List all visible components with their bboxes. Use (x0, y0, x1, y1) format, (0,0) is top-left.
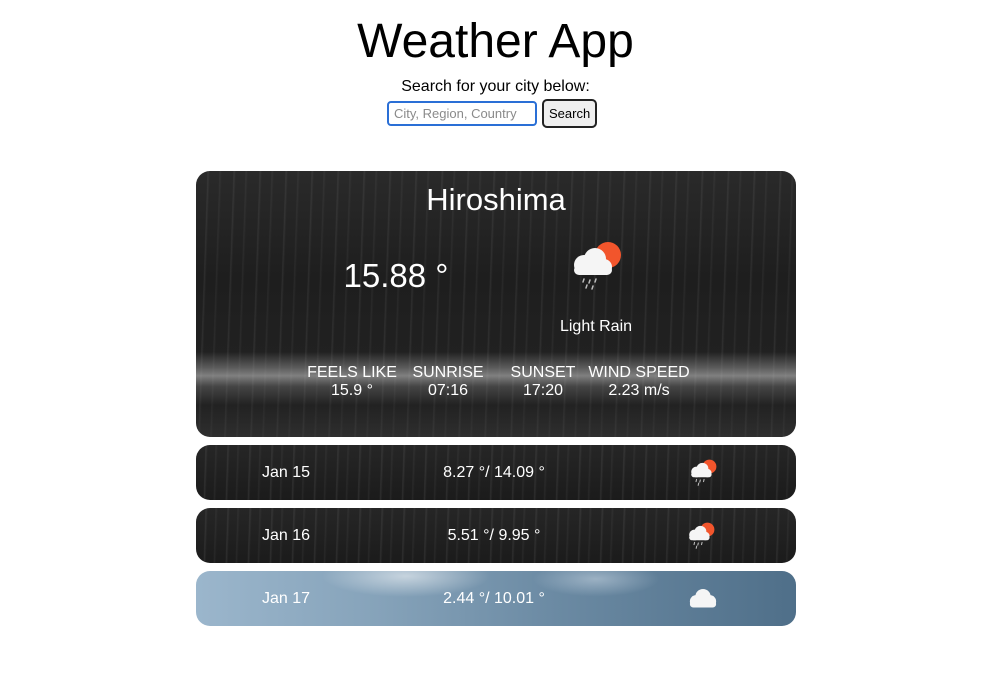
forecast-row[interactable]: Jan 16 5.51 °/ 9.95 ° (196, 508, 796, 563)
stat-value: 2.23 m/s (608, 382, 670, 399)
stat-value: 17:20 (522, 382, 564, 399)
stat-value: 15.9 ° (331, 382, 373, 399)
search-bar: Search (387, 99, 598, 128)
stat-label: WIND SPEED (588, 364, 690, 381)
city-name: Hiroshima (426, 182, 566, 217)
forecast-date: Jan 17 (261, 590, 311, 607)
forecast-temperatures: 2.44 °/ 10.01 ° (443, 590, 545, 607)
cloud-icon (689, 588, 717, 608)
city-search-input[interactable] (387, 101, 537, 126)
light-rain-partly-cloudy-icon (574, 242, 621, 290)
stat-sunset: SUNSET 17:20 (488, 364, 598, 400)
light-rain-partly-cloudy-icon (689, 522, 715, 549)
stat-value: 07:16 (427, 382, 469, 399)
stat-label: FEELS LIKE (307, 364, 397, 381)
light-rain-partly-cloudy-icon (691, 459, 717, 486)
current-temperature: 15.88 ° (343, 257, 449, 294)
search-button[interactable]: Search (542, 99, 598, 128)
stat-feels-like: FEELS LIKE 15.9 ° (297, 364, 407, 400)
forecast-row[interactable]: Jan 15 8.27 °/ 14.09 ° (196, 445, 796, 500)
forecast-date: Jan 16 (261, 527, 311, 544)
app-title: Weather App (357, 15, 634, 68)
forecast-date: Jan 15 (261, 464, 311, 481)
stat-sunrise: SUNRISE 07:16 (393, 364, 503, 400)
search-prompt: Search for your city below: (401, 78, 590, 95)
current-weather-card: Hiroshima 15.88 ° Light Rain FEELS LIKE … (196, 171, 796, 437)
weather-condition: Light Rain (559, 318, 633, 335)
stat-wind-speed: WIND SPEED 2.23 m/s (584, 364, 694, 400)
forecast-row[interactable]: Jan 17 2.44 °/ 10.01 ° (196, 571, 796, 626)
forecast-temperatures: 5.51 °/ 9.95 ° (447, 527, 541, 544)
stat-label: SUNRISE (412, 364, 484, 381)
forecast-temperatures: 8.27 °/ 14.09 ° (443, 464, 545, 481)
stat-label: SUNSET (510, 364, 576, 381)
